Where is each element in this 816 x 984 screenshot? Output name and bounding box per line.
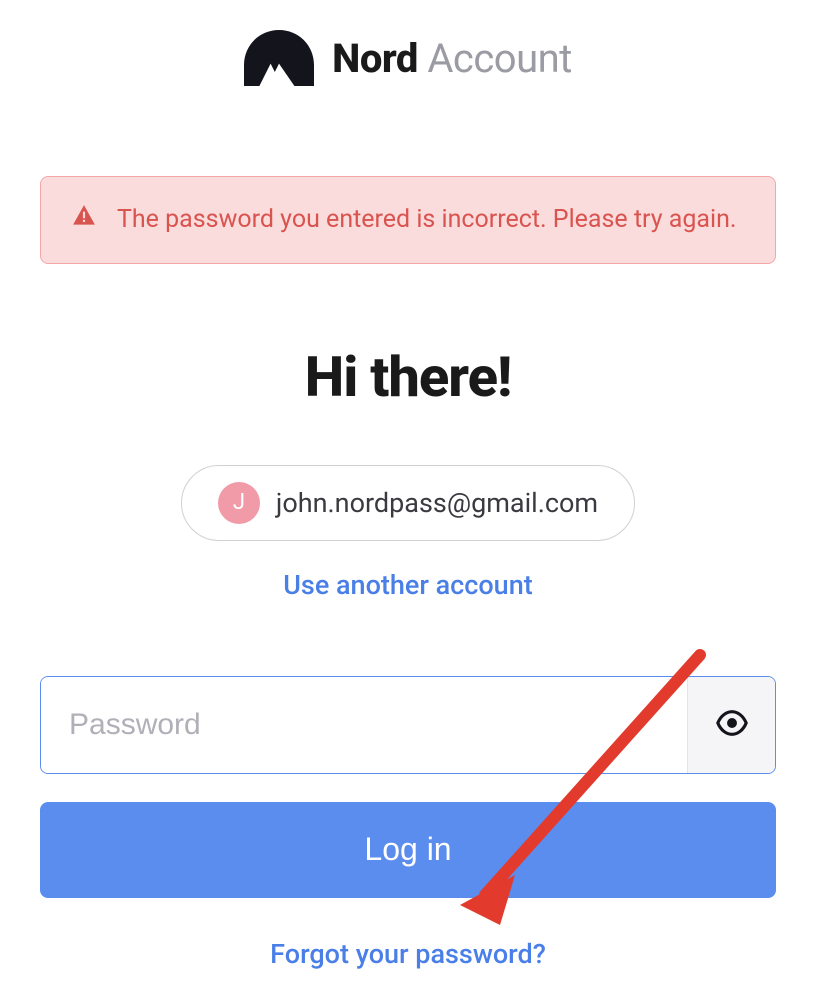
avatar: J xyxy=(218,482,260,524)
warning-icon xyxy=(71,203,97,233)
error-banner: The password you entered is incorrect. P… xyxy=(40,176,776,264)
logo-brand-bold: Nord xyxy=(332,35,418,82)
logo-brand-light: Account xyxy=(427,35,572,82)
password-input[interactable] xyxy=(41,677,687,773)
use-another-account-link[interactable]: Use another account xyxy=(40,569,776,601)
login-button[interactable]: Log in xyxy=(40,802,776,898)
toggle-password-visibility-button[interactable] xyxy=(687,677,775,773)
password-field-wrapper xyxy=(40,676,776,774)
account-chip[interactable]: J john.nordpass@gmail.com xyxy=(181,465,635,541)
eye-icon xyxy=(715,706,749,743)
forgot-password-link[interactable]: Forgot your password? xyxy=(40,938,776,970)
error-message: The password you entered is incorrect. P… xyxy=(117,201,736,239)
logo-text: Nord Account xyxy=(332,35,572,82)
logo-header: Nord Account xyxy=(40,30,776,86)
account-email: john.nordpass@gmail.com xyxy=(276,487,598,519)
nord-logo-icon xyxy=(244,30,314,86)
greeting-heading: Hi there! xyxy=(40,344,776,410)
